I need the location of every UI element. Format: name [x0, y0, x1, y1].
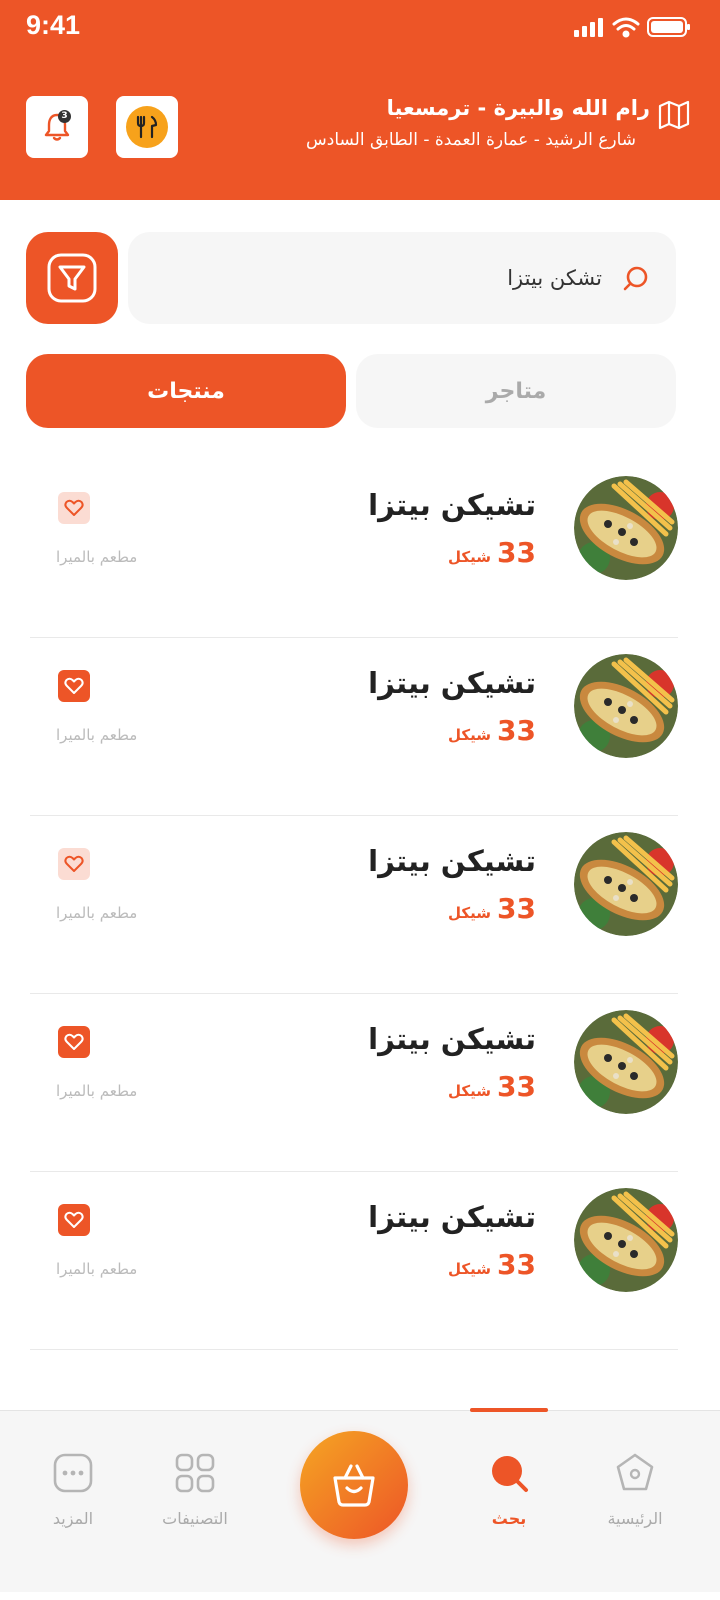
- product-thumbnail[interactable]: [574, 654, 678, 758]
- product-name: تشيكن بيتزا: [368, 1200, 536, 1234]
- product-list-item[interactable]: تشيكن بيتزا 33 شيكل مطعم بالميرا: [30, 638, 678, 816]
- more-icon: [53, 1453, 93, 1493]
- product-name: تشيكن بيتزا: [368, 844, 536, 878]
- product-store-name: مطعم بالميرا: [56, 904, 138, 922]
- favorite-button[interactable]: [58, 670, 90, 702]
- status-icons: [574, 14, 694, 42]
- product-price-value: 33: [497, 1070, 536, 1103]
- heart-icon: [64, 1033, 84, 1050]
- favorite-button[interactable]: [58, 492, 90, 524]
- product-price-currency: شيكل: [448, 904, 492, 922]
- product-price-value: 33: [497, 892, 536, 925]
- notifications-button[interactable]: 3: [26, 96, 88, 158]
- nav-categories[interactable]: التصنيفات: [140, 1451, 250, 1528]
- search-input[interactable]: تشكن بيتزا: [128, 232, 676, 324]
- nav-more[interactable]: المزيد: [18, 1451, 128, 1528]
- home-indicator: [0, 1592, 720, 1600]
- product-price: 33 شيكل: [448, 1248, 536, 1281]
- product-price: 33 شيكل: [448, 714, 536, 747]
- app-header: 9:41 3 رام الله والبيرة - ترمسعيا شارع ا…: [0, 0, 720, 200]
- product-list: تشيكن بيتزا 33شيكل مطعم بالميرا تشيكن بيتزا…: [0, 460, 720, 1350]
- product-price-value: 33: [497, 1248, 536, 1281]
- nav-search-label: بحث: [491, 1509, 527, 1528]
- product-store-name: مطعم بالميرا: [56, 548, 138, 566]
- product-image: [574, 476, 678, 580]
- product-thumbnail[interactable]: [574, 476, 678, 580]
- restaurant-logo-icon: [126, 106, 168, 148]
- notification-badge: 3: [58, 110, 71, 123]
- favorite-button[interactable]: [58, 848, 90, 880]
- search-icon: [623, 266, 648, 291]
- product-name: تشيكن بيتزا: [368, 488, 536, 522]
- delivery-location[interactable]: رام الله والبيرة - ترمسعيا شارع الرشيد -…: [264, 96, 684, 150]
- product-thumbnail[interactable]: [574, 1188, 678, 1292]
- heart-icon: [64, 499, 84, 516]
- heart-icon: [64, 855, 84, 872]
- product-list-item[interactable]: تشيكن بيتزا 33 شيكل مطعم بالميرا: [30, 816, 678, 994]
- nav-home[interactable]: الرئيسية: [580, 1451, 690, 1528]
- product-price-value: 33: [497, 714, 536, 747]
- nav-home-label: الرئيسية: [607, 1509, 663, 1528]
- product-price-currency: شيكل: [448, 548, 492, 566]
- restaurant-logo-button[interactable]: [116, 96, 178, 158]
- favorite-button[interactable]: [58, 1204, 90, 1236]
- categories-icon: [175, 1453, 215, 1493]
- home-icon: [616, 1453, 654, 1491]
- active-tab-indicator: [470, 1408, 548, 1412]
- product-price: 33 شيكل: [448, 536, 536, 569]
- nav-search[interactable]: بحث: [454, 1451, 564, 1528]
- favorite-button[interactable]: [58, 1026, 90, 1058]
- map-icon: [658, 100, 690, 130]
- heart-icon: [64, 677, 84, 694]
- product-price-currency: شيكل: [448, 1082, 492, 1100]
- product-image: [574, 832, 678, 936]
- product-price: 33 شيكل: [448, 1070, 536, 1103]
- location-subtitle: شارع الرشيد - عمارة العمدة - الطابق السا…: [306, 130, 636, 150]
- search-query: تشكن بيتزا: [507, 266, 602, 290]
- location-title: رام الله والبيرة - ترمسعيا: [386, 96, 650, 120]
- product-price-value: 33: [497, 536, 536, 569]
- wifi-icon: [612, 17, 640, 38]
- product-image: [574, 1010, 678, 1114]
- product-store-name: مطعم بالميرا: [56, 1260, 138, 1278]
- product-image: [574, 654, 678, 758]
- tab-products[interactable]: منتجات: [26, 354, 346, 428]
- product-list-item[interactable]: تشيكن بيتزا 33 شيكل مطعم بالميرا: [30, 460, 678, 638]
- product-thumbnail[interactable]: [574, 1010, 678, 1114]
- nav-categories-label: التصنيفات: [162, 1509, 228, 1528]
- battery-icon: [647, 17, 690, 37]
- product-price-currency: شيكل: [448, 726, 492, 744]
- product-name: تشيكن بيتزا: [368, 1022, 536, 1056]
- product-thumbnail[interactable]: [574, 832, 678, 936]
- product-name: تشيكن بيتزا: [368, 666, 536, 700]
- product-store-name: مطعم بالميرا: [56, 1082, 138, 1100]
- cart-button[interactable]: [300, 1431, 408, 1539]
- bottom-navigation: الرئيسية بحث التصنيفات المزيد: [0, 1408, 720, 1600]
- heart-icon: [64, 1211, 84, 1228]
- tab-stores[interactable]: متاجر: [356, 354, 676, 428]
- product-price: 33 شيكل: [448, 892, 536, 925]
- search-icon: [492, 1456, 528, 1492]
- signal-icon: [574, 18, 603, 37]
- product-store-name: مطعم بالميرا: [56, 726, 138, 744]
- product-price-currency: شيكل: [448, 1260, 492, 1278]
- filter-button[interactable]: [26, 232, 118, 324]
- filter-icon: [47, 253, 97, 303]
- product-list-item[interactable]: تشيكن بيتزا 33 شيكل مطعم بالميرا: [30, 1172, 678, 1350]
- basket-icon: [333, 1464, 375, 1507]
- status-time: 9:41: [26, 10, 81, 40]
- product-list-item[interactable]: تشيكن بيتزا 33 شيكل مطعم بالميرا: [30, 994, 678, 1172]
- product-image: [574, 1188, 678, 1292]
- nav-more-label: المزيد: [52, 1509, 94, 1528]
